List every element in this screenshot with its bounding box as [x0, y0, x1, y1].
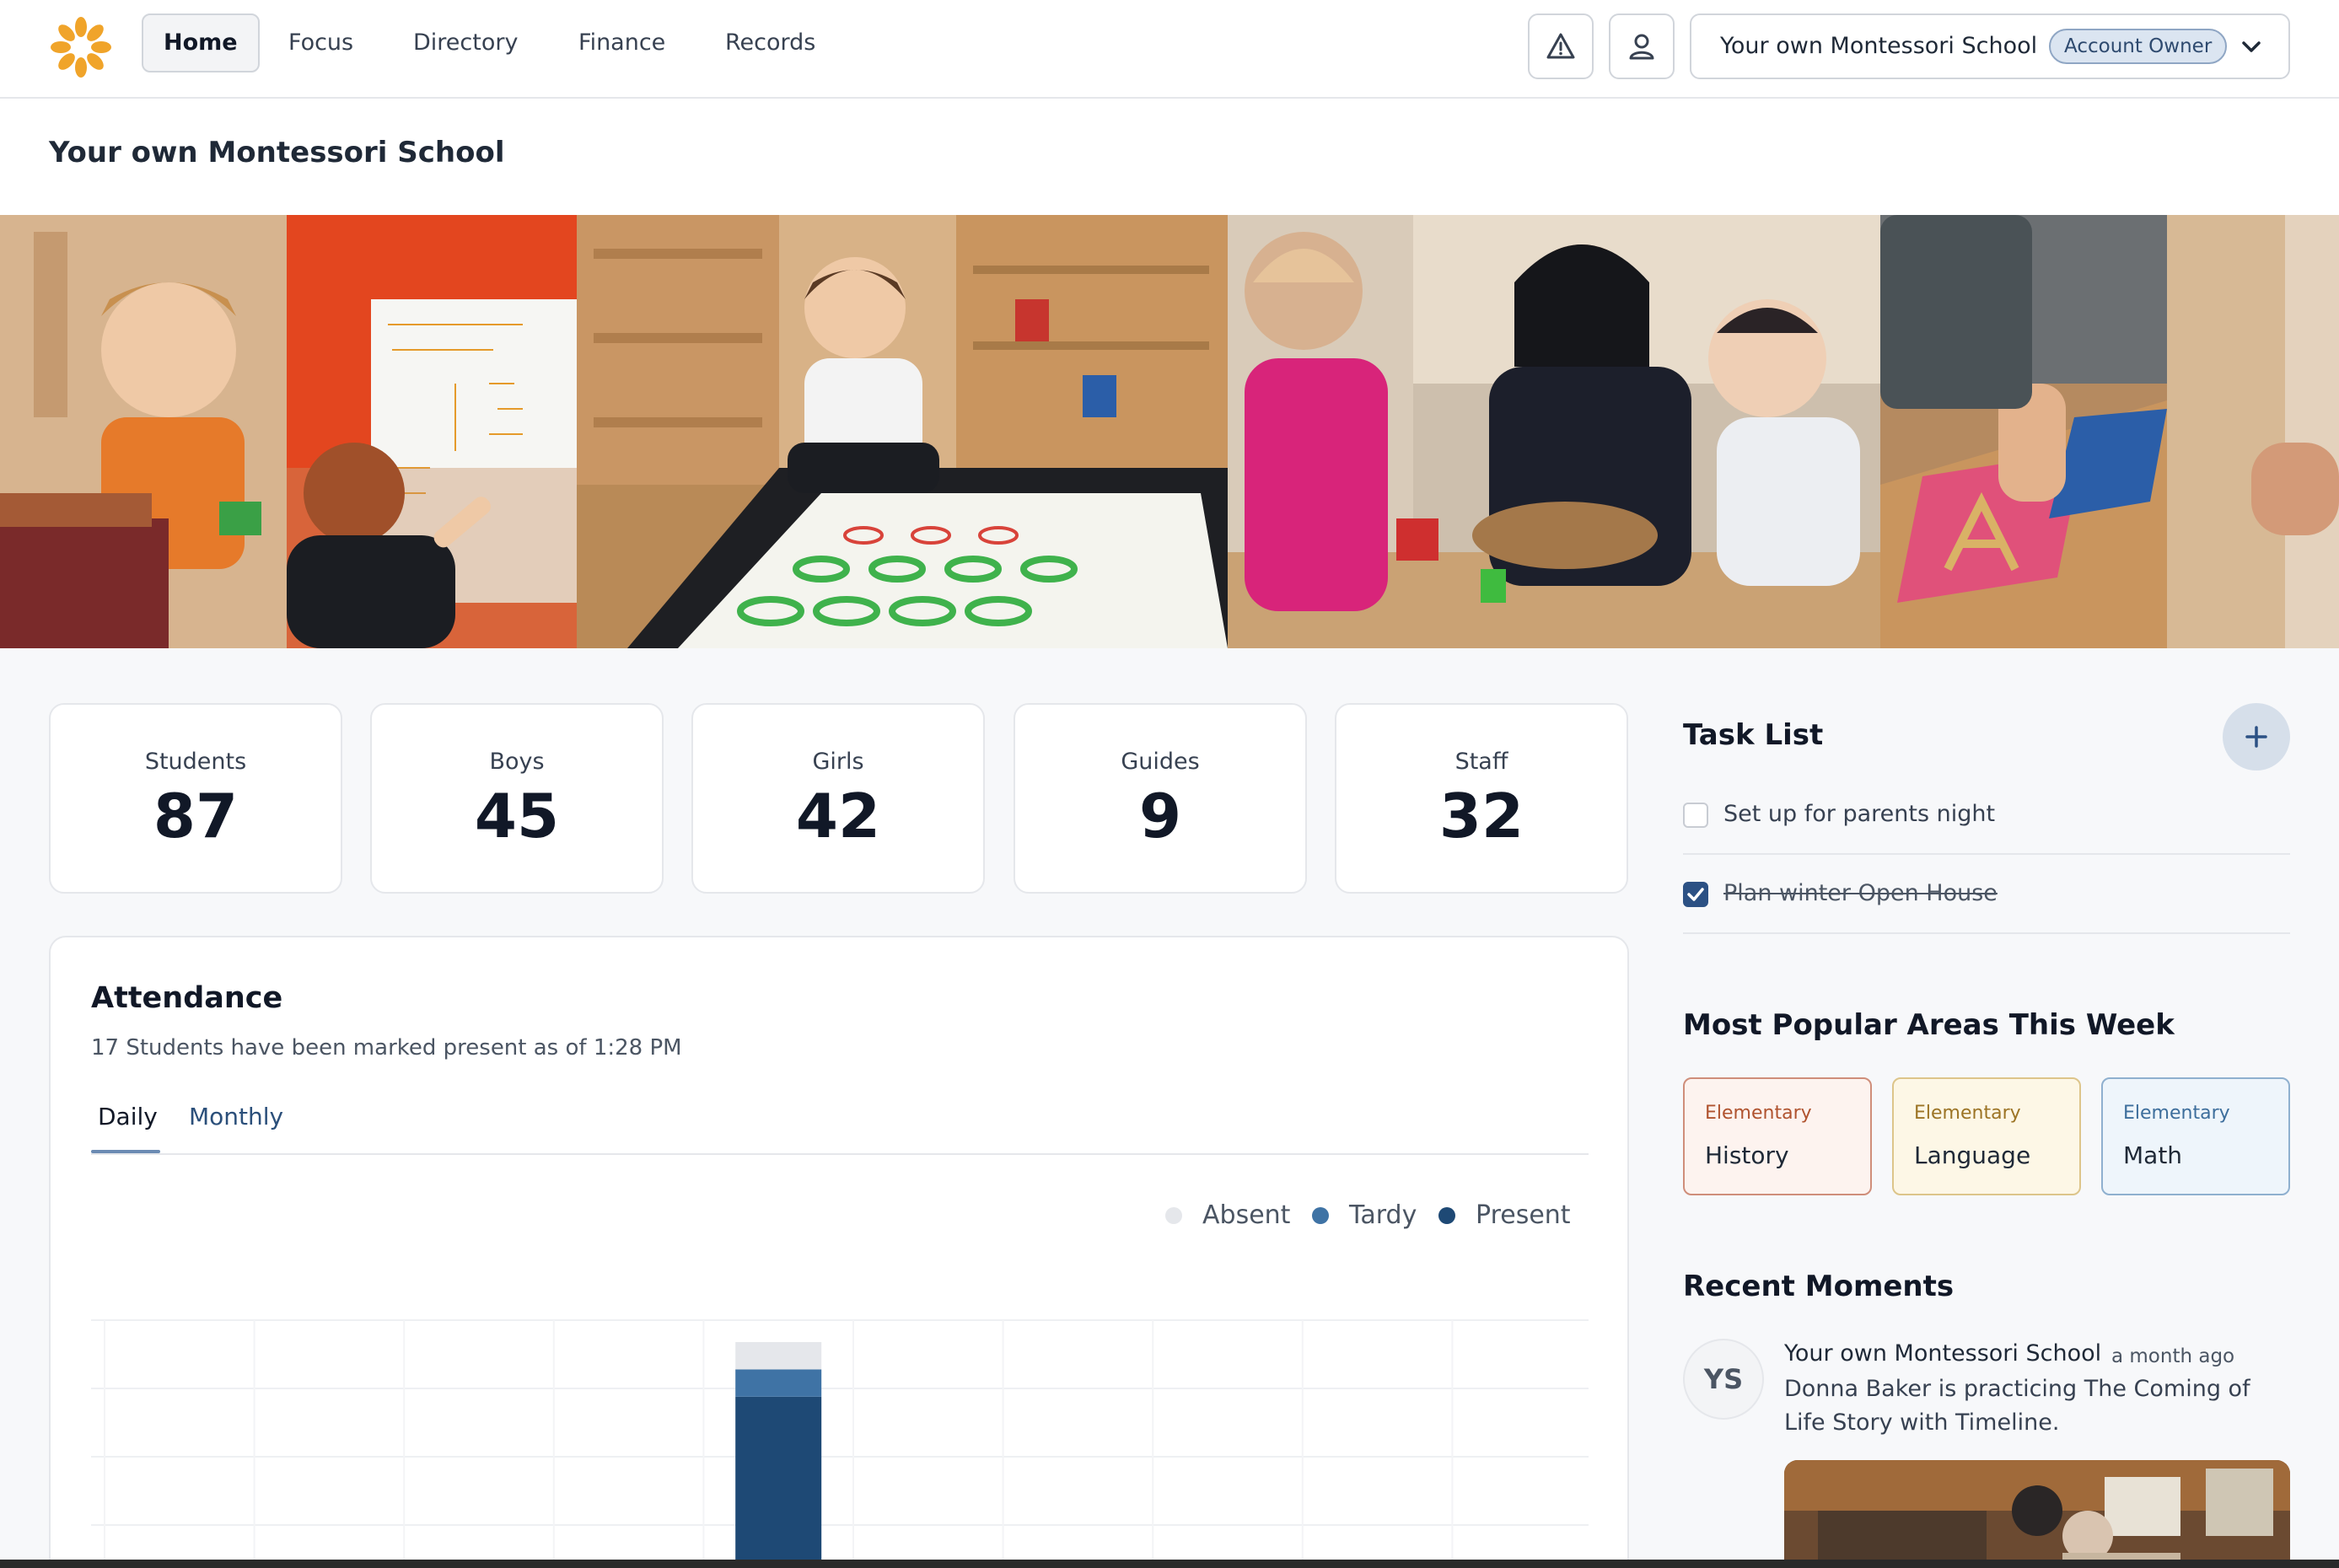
- stat-value: 32: [1438, 781, 1524, 851]
- task-checkbox[interactable]: [1683, 803, 1708, 828]
- stat-card-boys: Boys 45: [370, 703, 664, 894]
- task-list-title: Task List: [1683, 718, 1824, 752]
- window-bottom-edge: [0, 1560, 2339, 1568]
- banner-photo-girl-cards: [577, 215, 1228, 648]
- task-item: Set up for parents night: [1683, 776, 2290, 855]
- tab-divider: [91, 1153, 1589, 1155]
- avatar: YS: [1683, 1339, 1764, 1420]
- task-item: Plan winter Open House: [1683, 855, 2290, 934]
- area-name: Language: [1914, 1141, 2031, 1169]
- stat-value: 87: [153, 781, 239, 851]
- school-switcher-name: Your own Montessori School: [1720, 33, 2038, 59]
- tab-monthly[interactable]: Monthly: [189, 1103, 283, 1130]
- task-label: Plan winter Open House: [1723, 880, 1998, 906]
- attendance-subtitle: 17 Students have been marked present as …: [91, 1035, 682, 1061]
- checkmark-icon: [1687, 888, 1704, 901]
- legend-label: Present: [1476, 1200, 1571, 1230]
- nav-home[interactable]: Home: [142, 13, 260, 72]
- attendance-chart: [91, 1319, 1589, 1568]
- legend-label: Tardy: [1349, 1200, 1417, 1230]
- stat-label: Girls: [812, 749, 864, 775]
- add-task-button[interactable]: [2223, 703, 2290, 771]
- stat-card-students: Students 87: [49, 703, 342, 894]
- area-category: Elementary: [1914, 1103, 2021, 1124]
- stat-label: Guides: [1121, 749, 1200, 775]
- banner-photo-edge: [2167, 215, 2339, 648]
- stat-card-staff: Staff 32: [1335, 703, 1628, 894]
- task-checkbox[interactable]: [1683, 882, 1708, 907]
- banner-photo-boy-table: [0, 215, 287, 648]
- nav-finance[interactable]: Finance: [557, 13, 687, 72]
- stat-value: 9: [1138, 781, 1182, 851]
- plus-icon: [2245, 726, 2267, 748]
- page-title: Your own Montessori School: [49, 136, 505, 169]
- stat-card-girls: Girls 42: [691, 703, 985, 894]
- area-name: History: [1705, 1141, 1789, 1169]
- stat-card-guides: Guides 9: [1014, 703, 1307, 894]
- page-header: Your own Montessori School: [0, 99, 2339, 215]
- nav-directory[interactable]: Directory: [391, 13, 540, 72]
- legend-dot: [1165, 1206, 1182, 1224]
- banner-photo-sandpaper-letters: [1880, 215, 2167, 648]
- alerts-button[interactable]: [1528, 13, 1594, 79]
- legend-absent[interactable]: Absent: [1165, 1200, 1290, 1230]
- tab-daily[interactable]: Daily: [98, 1103, 158, 1130]
- stat-value: 45: [474, 781, 560, 851]
- user-icon: [1629, 34, 1654, 60]
- nav-records[interactable]: Records: [703, 13, 837, 72]
- nav-focus[interactable]: Focus: [266, 13, 375, 72]
- moment-author[interactable]: Your own Montessori School: [1784, 1340, 2101, 1367]
- attendance-card: Attendance 17 Students have been marked …: [49, 936, 1629, 1568]
- recent-moments-title: Recent Moments: [1683, 1270, 1955, 1303]
- legend-present[interactable]: Present: [1438, 1200, 1571, 1230]
- stat-label: Staff: [1454, 749, 1508, 775]
- warning-icon: [1546, 33, 1575, 59]
- photo-banner: [0, 215, 2339, 648]
- stat-label: Students: [144, 749, 247, 775]
- stat-value: 42: [795, 781, 881, 851]
- bar-segment-present: [735, 1396, 822, 1568]
- role-badge: Account Owner: [2049, 29, 2228, 64]
- area-card-math[interactable]: Elementary Math: [2101, 1077, 2290, 1195]
- profile-button[interactable]: [1609, 13, 1675, 79]
- top-nav-bar: Home Focus Directory Finance Records You…: [0, 0, 2339, 99]
- moment-text: Donna Baker is practicing The Coming of …: [1784, 1376, 2250, 1436]
- chevron-down-icon: [2242, 41, 2261, 52]
- moment-time: a month ago: [2111, 1345, 2235, 1367]
- banner-photo-whiteboard: [287, 215, 577, 648]
- task-label: Set up for parents night: [1723, 801, 1996, 827]
- area-card-language[interactable]: Elementary Language: [1892, 1077, 2081, 1195]
- banner-photo-toddlers: [1228, 215, 1880, 648]
- area-name: Math: [2123, 1141, 2183, 1169]
- area-category: Elementary: [1705, 1103, 1812, 1124]
- moment-photo[interactable]: [1784, 1460, 2290, 1568]
- sun-logo-icon[interactable]: [47, 13, 115, 81]
- area-card-history[interactable]: Elementary History: [1683, 1077, 1872, 1195]
- legend-dot: [1438, 1206, 1455, 1224]
- bar-segment-tardy: [735, 1369, 822, 1397]
- legend-dot: [1312, 1206, 1329, 1224]
- popular-areas-title: Most Popular Areas This Week: [1683, 1008, 2175, 1042]
- area-category: Elementary: [2123, 1103, 2230, 1124]
- legend-tardy[interactable]: Tardy: [1312, 1200, 1417, 1230]
- attendance-title: Attendance: [91, 981, 283, 1015]
- stat-label: Boys: [489, 749, 545, 775]
- legend-label: Absent: [1202, 1200, 1291, 1230]
- school-switcher[interactable]: Your own Montessori School Account Owner: [1690, 13, 2290, 79]
- bar-segment-absent: [735, 1342, 822, 1370]
